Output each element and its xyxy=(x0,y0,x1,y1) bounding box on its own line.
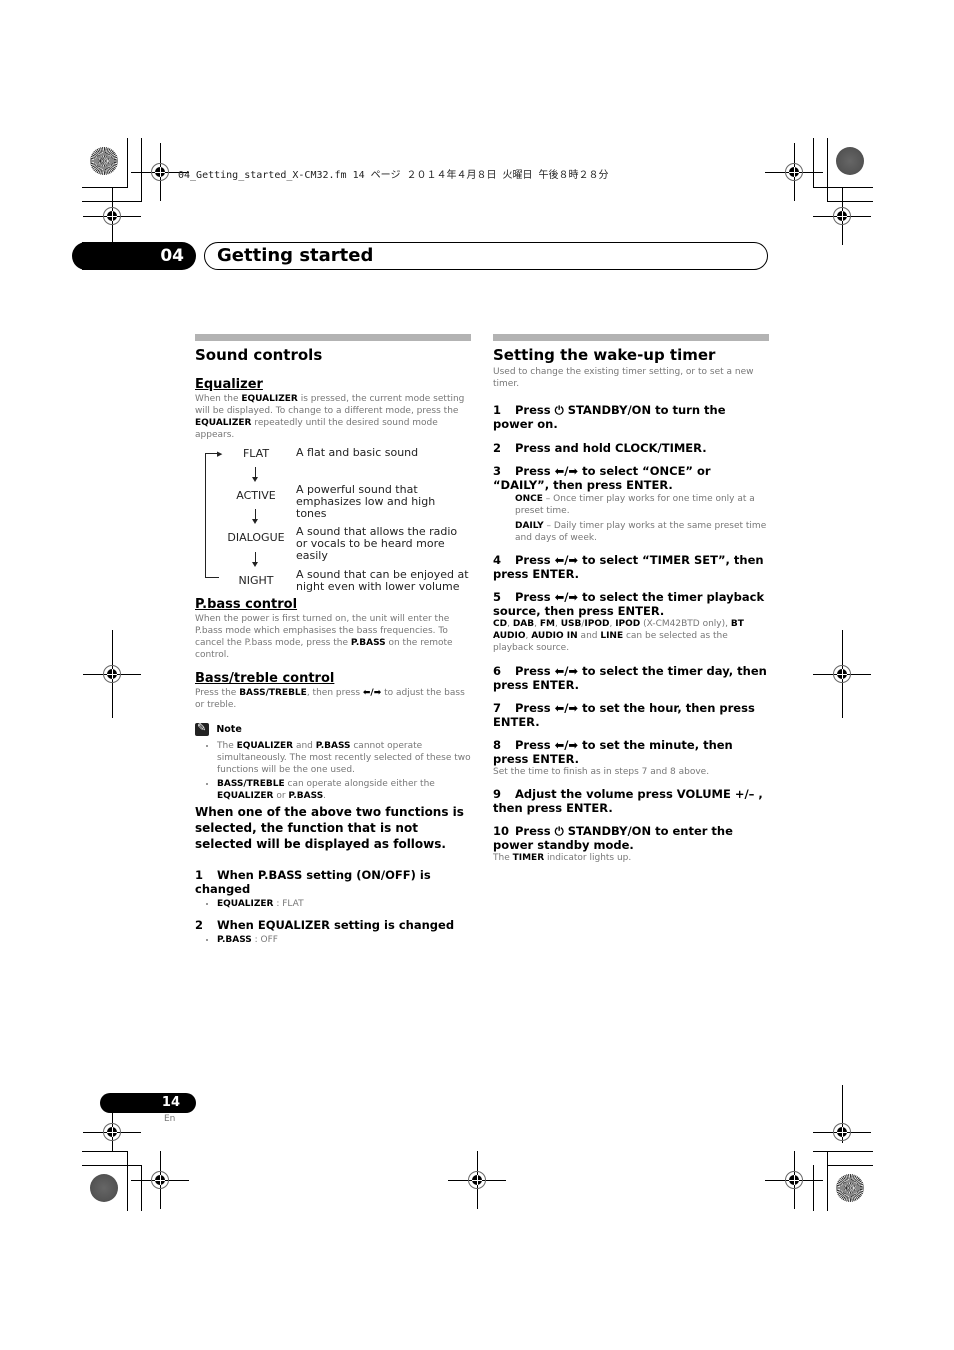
crop-mark xyxy=(827,201,873,202)
registration-mark-icon xyxy=(83,1093,141,1151)
crop-mark xyxy=(127,138,128,188)
section-title-wake-up-timer: Setting the wake-up timer xyxy=(493,346,716,364)
timer-intro: Used to change the existing timer settin… xyxy=(493,367,754,389)
crop-mark xyxy=(827,1165,873,1166)
arrow-down-icon xyxy=(252,509,258,524)
crop-mark xyxy=(827,138,828,202)
registration-mark-icon xyxy=(131,1151,189,1209)
crop-mark xyxy=(827,1151,828,1211)
color-target-icon xyxy=(90,1174,118,1202)
left-step: 1 When P.BASS setting (ON/OFF) is changed xyxy=(195,868,431,896)
mode-active-description: A powerful sound that emphasizes low and… xyxy=(296,483,436,520)
bass-treble-text: Press the BASS/TREBLE, then press ⬅/➡ to… xyxy=(195,688,465,710)
timer-step: 6 Press ⬅/➡ to select the timer day, then… xyxy=(493,664,767,692)
left-step: 2 When EQUALIZER setting is changed xyxy=(195,918,455,932)
page-language: En xyxy=(164,1114,176,1124)
arrow-down-icon xyxy=(252,552,258,567)
registration-mark-icon xyxy=(131,143,189,201)
timer-step: 8 Press ⬅/➡ to set the minute, then press… xyxy=(493,738,733,766)
display-rule: When one of the above two functions is s… xyxy=(195,805,464,851)
crop-mark xyxy=(813,1165,814,1211)
timer-step: 3 Press ⬅/➡ to select “ONCE” or “DAILY”, … xyxy=(493,464,711,492)
page-number: 14 xyxy=(100,1093,196,1113)
chapter-title: Getting started xyxy=(204,242,768,270)
registration-mark-icon xyxy=(765,143,823,201)
crop-mark xyxy=(82,1165,142,1166)
crop-mark xyxy=(141,1165,142,1211)
mode-flat: FLAT xyxy=(242,447,270,460)
arrow-left-right-icon: ⬅/➡ xyxy=(362,688,382,698)
equalizer-intro: When the EQUALIZER is pressed, the curre… xyxy=(195,394,465,440)
registration-mark-icon xyxy=(813,187,871,245)
left-step-bullet: P.BASS : OFF xyxy=(195,934,471,946)
registration-mark-icon xyxy=(448,1151,506,1209)
mode-dialogue: DIALOGUE xyxy=(227,531,285,544)
left-step-bullet: EQUALIZER : FLAT xyxy=(195,898,471,910)
arrow-down-icon xyxy=(252,467,258,482)
crop-mark xyxy=(127,1151,128,1211)
section-bar xyxy=(195,334,471,341)
color-target-icon xyxy=(836,1174,864,1202)
note-item: BASS/TREBLE can operate alongside either… xyxy=(217,778,471,802)
timer-step: 1 Press ⏻ STANDBY/ON to turn the power on… xyxy=(493,403,726,431)
color-target-icon xyxy=(836,147,864,175)
once-description: ONCE – Once timer play works for one tim… xyxy=(515,494,755,516)
pbass-text: When the power is first turned on, the u… xyxy=(195,614,453,660)
note-header: Note xyxy=(195,721,471,736)
chapter-number: 04 xyxy=(72,242,196,270)
mode-flat-description: A flat and basic sound xyxy=(296,446,419,459)
daily-description: DAILY – Daily timer play works at the sa… xyxy=(515,521,767,543)
crop-mark xyxy=(813,138,814,188)
registration-mark-icon xyxy=(83,630,141,718)
crop-mark xyxy=(813,1151,873,1152)
color-target-icon xyxy=(90,147,118,175)
file-header: 04_Getting_started_X-CM32.fm 14 ページ ２０１４… xyxy=(178,170,609,181)
step8-note: Set the time to finish as in steps 7 and… xyxy=(493,767,710,777)
note-item: The EQUALIZER and P.BASS cannot operate … xyxy=(217,740,471,776)
heading-equalizer: Equalizer xyxy=(195,377,263,392)
timer-step: 5 Press ⬅/➡ to select the timer playback … xyxy=(493,590,765,618)
heading-pbass: P.bass control xyxy=(195,597,298,612)
crop-mark xyxy=(82,187,128,188)
crop-mark xyxy=(82,1151,128,1152)
mode-night: NIGHT xyxy=(238,574,274,587)
equalizer-mode-flow: ▶ FLAT A flat and basic sound ACTIVE A p… xyxy=(195,446,471,593)
playback-sources: CD, DAB, FM, USB/IPOD, IPOD (X-CM42BTD o… xyxy=(493,619,744,653)
mode-night-description: A sound that can be enjoyed at night eve… xyxy=(296,568,469,593)
heading-bass-treble: Bass/treble control xyxy=(195,671,335,686)
section-title-sound-controls: Sound controls xyxy=(195,346,323,364)
mode-active: ACTIVE xyxy=(236,489,276,502)
section-bar xyxy=(493,334,769,341)
timer-step: 10 Press ⏻ STANDBY/ON to enter the power … xyxy=(493,824,733,852)
left-column: Sound controls Equalizer When the EQUALI… xyxy=(195,334,471,948)
timer-step: 9 Adjust the volume press VOLUME +/– , th… xyxy=(493,787,763,815)
note-list: The EQUALIZER and P.BASS cannot operate … xyxy=(195,740,471,802)
timer-step: 4 Press ⬅/➡ to select “TIMER SET”, then p… xyxy=(493,553,764,581)
loop-line xyxy=(205,453,206,577)
timer-step: 7 Press ⬅/➡ to set the hour, then press E… xyxy=(493,701,755,729)
pencil-note-icon xyxy=(195,721,209,736)
crop-mark xyxy=(813,187,873,188)
right-column: Setting the wake-up timer Used to change… xyxy=(493,334,769,864)
timer-indicator-note: The TIMER indicator lights up. xyxy=(493,853,632,863)
loop-line xyxy=(205,577,219,578)
registration-mark-icon xyxy=(765,1151,823,1209)
timer-step: 2 Press and hold CLOCK/TIMER. xyxy=(493,441,707,455)
mode-dialogue-description: A sound that allows the radio or vocals … xyxy=(296,525,458,562)
registration-mark-icon xyxy=(813,1085,871,1143)
registration-mark-icon xyxy=(813,630,871,718)
registration-mark-icon xyxy=(83,187,141,257)
crop-mark xyxy=(141,138,142,202)
